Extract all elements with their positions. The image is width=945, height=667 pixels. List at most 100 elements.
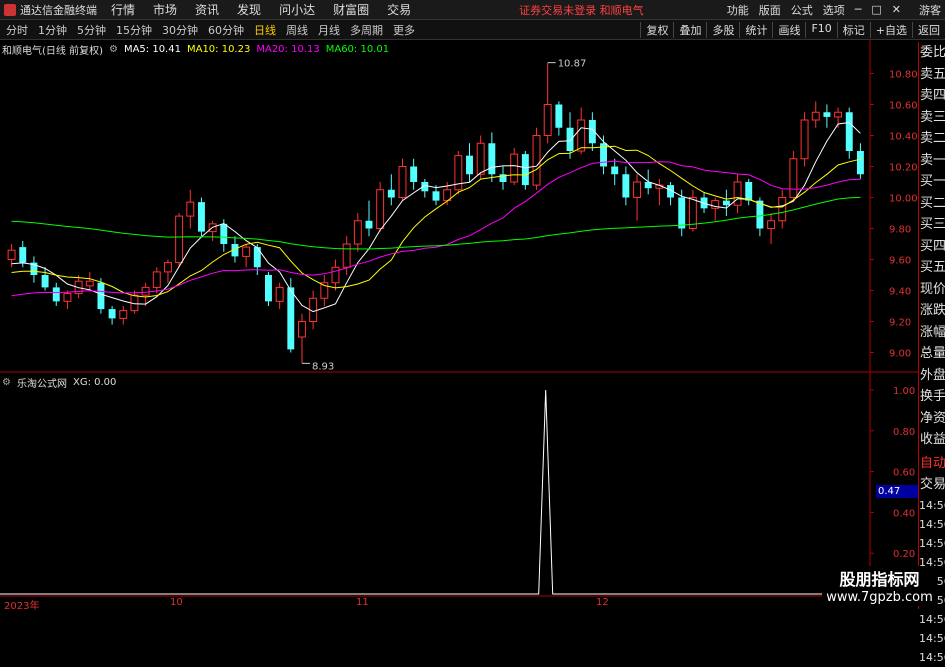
- kline-chart[interactable]: 10.80 10.60 10.40 10.20 10.00 9.80 9.60 9.40 9.2…: [0, 0, 945, 609]
- price-tick-label: 9.80: [889, 225, 911, 236]
- quote-label: 换手: [920, 389, 945, 404]
- candle-body-down: [108, 309, 116, 319]
- candle-body-down: [19, 247, 27, 263]
- candle-body-down: [555, 104, 563, 128]
- candle-body-up: [543, 104, 552, 136]
- candle-body-down: [253, 247, 261, 268]
- indicator-cursor-value: 0.47: [876, 485, 918, 498]
- watermark-line2: www.7gpzb.com: [826, 590, 933, 605]
- quote-label: 委比: [920, 45, 945, 60]
- price-tick-label: 10.40: [889, 132, 918, 143]
- candle-body-up: [63, 293, 72, 302]
- candle-body-up: [152, 271, 161, 288]
- candle-body-up: [800, 119, 809, 160]
- date-label-oct: 10: [170, 597, 183, 608]
- date-label-2023: 2023年: [4, 601, 40, 612]
- candle-body-up: [778, 197, 787, 222]
- tick-time: 14:56: [919, 536, 945, 550]
- candle-body-up: [7, 249, 16, 260]
- quote-label: 买四: [920, 238, 945, 254]
- candle-body-up: [342, 243, 351, 268]
- candle-body-down: [220, 223, 228, 244]
- sub-tick-label: 0.20: [893, 549, 915, 560]
- tick-time: 14:56: [919, 631, 945, 645]
- tick-time: 14:56: [919, 498, 945, 512]
- indicator-settings-icon[interactable]: ⚙: [2, 377, 11, 388]
- high-marker-label: 10.87: [558, 59, 587, 70]
- candle-body-up: [510, 153, 519, 183]
- candle-body-down: [856, 151, 864, 175]
- quote-label: 涨跌: [920, 303, 945, 318]
- sub-tick-label: 0.80: [893, 427, 915, 438]
- ma60-label: MA60: 10.01: [325, 43, 390, 55]
- candle-body-up: [633, 181, 642, 198]
- price-tick-label: 9.40: [889, 287, 911, 298]
- candle-body-down: [52, 287, 60, 302]
- candle-body-down: [466, 155, 473, 175]
- candle-body-down: [488, 143, 496, 175]
- settings-icon[interactable]: ⚙: [109, 44, 118, 55]
- candle-body-down: [622, 174, 630, 198]
- sub-tick-label: 0.60: [893, 468, 915, 479]
- candle-body-down: [265, 275, 272, 302]
- low-marker-label: 8.93: [312, 361, 334, 372]
- candle-body-down: [41, 275, 49, 288]
- price-tick-label: 9.60: [889, 256, 911, 267]
- watermark-line1: 股朋指标网: [839, 570, 920, 589]
- ma10-label: MA10: 10.23: [186, 43, 251, 55]
- candle-body-up: [242, 246, 251, 257]
- candle-body-down: [823, 112, 831, 117]
- quote-label: 收益: [920, 432, 945, 447]
- candle-body-up: [119, 310, 128, 319]
- quote-label: 涨幅: [920, 324, 945, 340]
- candle-body-up: [834, 111, 843, 118]
- candle-body-down: [566, 127, 574, 151]
- ma5-label: MA5: 10.41: [123, 43, 181, 55]
- candle-body-up: [811, 111, 820, 121]
- quote-label: 现价: [920, 281, 945, 297]
- quote-label: 买一: [920, 174, 945, 189]
- quote-label: 卖二: [920, 131, 945, 146]
- price-tick-label: 10.20: [889, 163, 918, 174]
- candle-body-up: [476, 142, 485, 175]
- price-tick-label: 10.60: [889, 101, 918, 112]
- quote-label: 净资: [920, 410, 945, 426]
- candle-body-down: [678, 197, 686, 229]
- candle-body-down: [845, 112, 853, 151]
- candle-body-down: [387, 189, 395, 198]
- candle-body-down: [287, 287, 295, 350]
- candle-body-up: [298, 321, 306, 338]
- candle-body-down: [611, 166, 619, 175]
- candle-body-up: [186, 201, 195, 217]
- quote-label: 卖四: [920, 88, 945, 103]
- candle-body-down: [432, 191, 440, 201]
- price-tick-label: 10.80: [889, 70, 918, 81]
- candle-body-up: [141, 286, 150, 296]
- candle-body-up: [398, 166, 407, 198]
- candle-body-down: [365, 220, 373, 229]
- sub-tick-label: 1.00: [893, 386, 915, 397]
- date-label-nov: 11: [356, 597, 369, 608]
- price-tick-label: 10.00: [889, 194, 918, 205]
- quote-label: 卖三: [920, 109, 945, 125]
- ma-legend: 和顺电气(日线 前复权) ⚙ MA5: 10.41 MA10: 10.23 MA…: [2, 42, 395, 57]
- quote-label: 买五: [920, 260, 945, 275]
- ma20-line: [11, 160, 861, 297]
- candle-body-up: [275, 286, 284, 302]
- tick-time: 14:56: [919, 650, 945, 664]
- indicator-legend: ⚙ 乐淘公式网 XG: 0.00: [2, 375, 122, 390]
- candle-body-down: [197, 202, 205, 232]
- candle-body-down: [521, 154, 529, 186]
- quote-label: 卖五: [920, 66, 945, 82]
- candle-body-up: [577, 119, 586, 152]
- quote-label: 买二: [920, 195, 945, 211]
- quote-label: 卖一: [920, 152, 945, 168]
- candle-body-up: [331, 266, 340, 284]
- xg-label: XG: 0.00: [72, 376, 117, 388]
- date-label-dec: 12: [596, 597, 609, 608]
- tick-time: 14:56: [919, 612, 945, 626]
- ma20-label: MA20: 10.13: [256, 43, 320, 55]
- candle-body-up: [163, 262, 172, 273]
- quote-panel: 委比 卖五 卖四 卖三 卖二 卖一 买一 买二 买三 买四 买五 现价 涨跌 涨幅 总量 外盘 换手 净资 收益 自动…: [918, 42, 945, 664]
- trade-label: 交易: [920, 477, 945, 492]
